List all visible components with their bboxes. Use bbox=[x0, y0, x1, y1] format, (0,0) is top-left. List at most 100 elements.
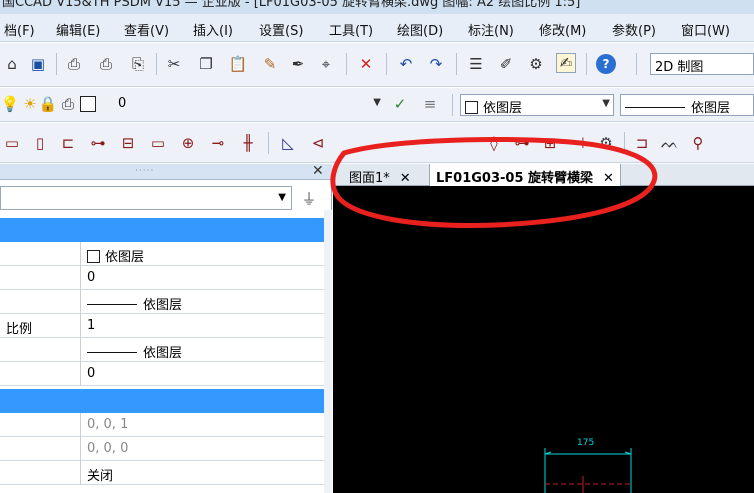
help-icon[interactable]: ? bbox=[596, 54, 616, 74]
separator bbox=[156, 53, 157, 75]
menu-parameters[interactable]: 参数(P) bbox=[612, 20, 656, 39]
light-bulb-icon[interactable]: 💡 bbox=[0, 94, 20, 114]
quick-select-button[interactable]: ⏚ bbox=[296, 186, 322, 210]
link-icon[interactable]: ⊶ bbox=[88, 133, 108, 153]
linetype-select[interactable]: 依图层 bbox=[620, 94, 754, 116]
undo-icon[interactable]: ↶ bbox=[396, 54, 416, 74]
close-icon[interactable]: ✕ bbox=[312, 163, 324, 179]
selection-select[interactable]: ▼ bbox=[0, 186, 292, 210]
layer-select[interactable]: 0 ▼ bbox=[98, 94, 384, 116]
color-swatch bbox=[465, 101, 478, 114]
color-square-icon[interactable] bbox=[78, 94, 98, 114]
close-icon[interactable]: ✕ bbox=[603, 171, 614, 186]
property-value-text: 依图层 bbox=[105, 250, 145, 265]
layer-value: 0 bbox=[118, 96, 127, 111]
property-value: 0, 0, 0 bbox=[80, 437, 324, 461]
cut-icon[interactable]: ✂ bbox=[164, 54, 184, 74]
save-icon[interactable]: ▣ bbox=[28, 54, 48, 74]
clamp-icon[interactable]: ⊐ bbox=[632, 133, 652, 153]
menu-draw[interactable]: 绘图(D) bbox=[397, 20, 443, 39]
separator bbox=[586, 53, 587, 75]
menu-file[interactable]: 档(F) bbox=[4, 20, 35, 39]
menu-dimension[interactable]: 标注(N) bbox=[468, 20, 514, 39]
layer-state-icon[interactable]: ≡ bbox=[420, 94, 440, 114]
property-value[interactable]: 依图层 bbox=[80, 290, 324, 314]
open-icon[interactable]: ⌂ bbox=[2, 54, 22, 74]
publish-icon[interactable]: ⎘ bbox=[128, 54, 148, 74]
printer-icon[interactable]: ⎙ bbox=[58, 94, 78, 114]
property-value[interactable]: 0 bbox=[80, 266, 324, 290]
eraser-icon[interactable]: ✐ bbox=[496, 54, 516, 74]
tab-current-drawing[interactable]: LF01G03-05 旋转臂横梁 ✕ bbox=[429, 164, 621, 186]
cylinder-icon[interactable]: ▯ bbox=[30, 133, 50, 153]
bearing-icon[interactable]: ⊟ bbox=[118, 133, 138, 153]
close-icon[interactable]: ✕ bbox=[400, 171, 411, 186]
linetype-value: 依图层 bbox=[691, 101, 731, 116]
property-value-text: 依图层 bbox=[143, 298, 183, 313]
dimension-label: 175 bbox=[577, 438, 595, 448]
pipe-icon[interactable]: ▭ bbox=[2, 133, 22, 153]
bolt-icon[interactable]: ⊣ bbox=[568, 133, 588, 153]
menu-bar: 档(F) 编辑(E) 查看(V) 插入(I) 设置(S) 工具(T) 绘图(D)… bbox=[0, 14, 754, 42]
spring-icon[interactable]: ◊ bbox=[484, 133, 504, 153]
gear-icon[interactable]: ⚙ bbox=[596, 133, 616, 153]
property-value[interactable]: 依图层 bbox=[80, 242, 324, 266]
menu-tools[interactable]: 工具(T) bbox=[329, 20, 373, 39]
panel-scrollbar[interactable] bbox=[324, 210, 332, 493]
drawing-canvas[interactable]: 175 bbox=[333, 186, 754, 493]
angle-icon[interactable]: ◺ bbox=[278, 133, 298, 153]
filter-icon: ⏚ bbox=[301, 189, 317, 208]
fastener-icon[interactable]: ⚲ bbox=[688, 133, 708, 153]
paste-icon[interactable]: 📋 bbox=[228, 54, 248, 74]
delete-icon[interactable]: ✕ bbox=[356, 54, 376, 74]
tab-drawing1[interactable]: 图面1* ✕ bbox=[343, 164, 417, 186]
print-icon[interactable]: ⎙ bbox=[96, 54, 116, 74]
slot-icon[interactable]: ▭ bbox=[148, 133, 168, 153]
menu-settings[interactable]: 设置(S) bbox=[259, 20, 303, 39]
color-select[interactable]: 依图层 ▼ bbox=[460, 94, 614, 116]
copy-icon[interactable]: ❐ bbox=[196, 54, 216, 74]
section-header-view[interactable] bbox=[0, 389, 324, 413]
menu-view[interactable]: 查看(V) bbox=[124, 20, 169, 39]
section-header-general[interactable] bbox=[0, 218, 324, 242]
weld-icon[interactable]: ⊲ bbox=[308, 133, 328, 153]
property-value-text: 1 bbox=[87, 318, 96, 333]
flange-icon[interactable]: ⊏ bbox=[58, 133, 78, 153]
axis-icon[interactable]: ╫ bbox=[238, 133, 258, 153]
nut-icon[interactable]: ⊞ bbox=[540, 133, 560, 153]
center-mark-icon[interactable]: ⊕ bbox=[178, 133, 198, 153]
select-icon[interactable]: ⌖ bbox=[316, 54, 336, 74]
lock-icon[interactable]: 🔒 bbox=[38, 94, 58, 114]
menu-insert[interactable]: 插入(I) bbox=[193, 20, 233, 39]
pick-point-icon[interactable]: ✒ bbox=[288, 54, 308, 74]
redo-icon[interactable]: ↷ bbox=[426, 54, 446, 74]
layer-toolbar: 💡 ☀ 🔒 ⎙ 0 ▼ ✓ ≡ 依图层 ▼ 依图层 bbox=[0, 88, 754, 122]
menu-window[interactable]: 窗口(W) bbox=[681, 20, 730, 39]
property-value: 0, 0, 1 bbox=[80, 413, 324, 437]
property-row: 关闭 bbox=[0, 461, 324, 485]
properties-icon[interactable]: ☰ bbox=[466, 54, 486, 74]
panel-title-bar[interactable]: ····· ✕ bbox=[0, 163, 332, 180]
hole-icon[interactable]: ⊸ bbox=[208, 133, 228, 153]
tab-label: 图面1* bbox=[349, 171, 390, 186]
tools-icon[interactable]: ⚙ bbox=[526, 54, 546, 74]
match-properties-icon[interactable]: ✎ bbox=[260, 54, 280, 74]
separator bbox=[268, 132, 269, 154]
property-row: 0 bbox=[0, 362, 324, 386]
menu-modify[interactable]: 修改(M) bbox=[539, 20, 586, 39]
print-preview-icon[interactable]: ⎙ bbox=[64, 54, 84, 74]
sun-icon[interactable]: ☀ bbox=[20, 94, 40, 114]
property-value[interactable]: 依图层 bbox=[80, 338, 324, 362]
separator bbox=[56, 53, 57, 75]
property-value[interactable]: 0 bbox=[80, 362, 324, 386]
layer-previous-icon[interactable]: ✓ bbox=[390, 94, 410, 114]
property-value[interactable]: 关闭 bbox=[80, 461, 324, 485]
menu-edit[interactable]: 编辑(E) bbox=[56, 20, 100, 39]
workspace-select[interactable]: 2D 制图 bbox=[650, 53, 754, 75]
property-value[interactable]: 1 bbox=[80, 314, 324, 338]
shaft-icon[interactable]: ⊶ bbox=[512, 133, 532, 153]
hatch-icon[interactable]: ᨓ bbox=[660, 133, 680, 153]
property-value-text: 依图层 bbox=[143, 346, 183, 361]
edit-note-icon[interactable]: ✍ bbox=[556, 53, 576, 73]
drag-grip-icon[interactable]: ····· bbox=[135, 166, 154, 176]
